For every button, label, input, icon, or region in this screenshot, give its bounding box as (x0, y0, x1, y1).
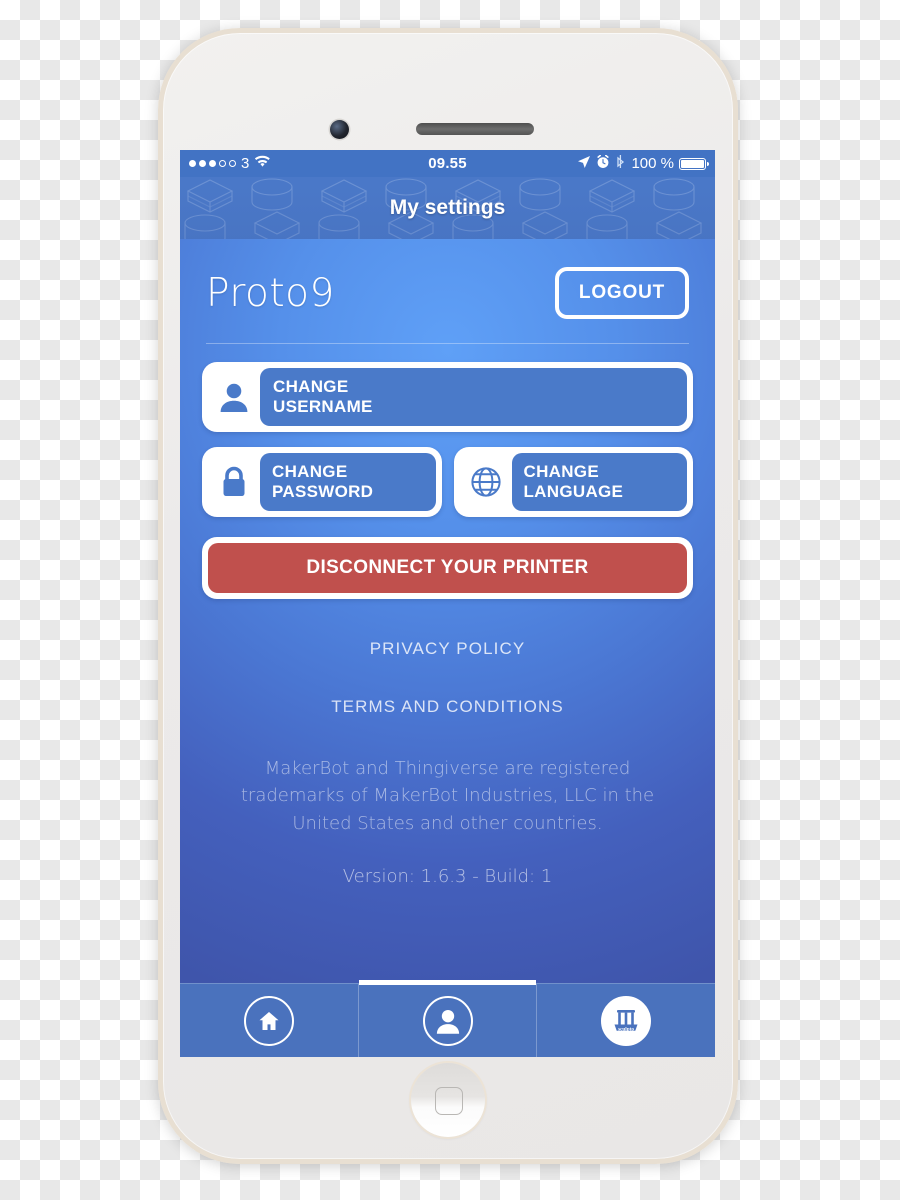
globe-icon (460, 453, 512, 511)
home-button-square-icon (435, 1087, 463, 1115)
change-password-label: CHANGE PASSWORD (260, 452, 436, 511)
logout-button[interactable]: LOGOUT (554, 267, 689, 319)
option-line-2: LANGUAGE (523, 481, 624, 501)
disconnect-printer-button[interactable]: DISCONNECT YOUR PRINTER (202, 536, 693, 599)
phone-screen: 3 09.55 100 % My settings Proto9 LOGOUT … (180, 150, 715, 1057)
sculpto-printer-icon: sculpto (601, 995, 652, 1046)
earpiece-speaker (416, 123, 534, 135)
option-line-1: CHANGE (272, 461, 348, 481)
legal-section: PRIVACY POLICY TERMS AND CONDITIONS Make… (180, 599, 715, 888)
change-language-button[interactable]: CHANGE LANGUAGE (453, 446, 693, 517)
status-bar: 3 09.55 100 % (180, 150, 715, 177)
alarm-clock-icon (596, 154, 610, 173)
change-username-button[interactable]: CHANGE USERNAME (202, 362, 693, 432)
lock-icon (208, 453, 260, 511)
terms-and-conditions-link[interactable]: TERMS AND CONDITIONS (228, 697, 667, 717)
change-language-label: CHANGE LANGUAGE (511, 452, 687, 511)
account-header: Proto9 LOGOUT (180, 239, 715, 329)
option-line-2: PASSWORD (272, 481, 374, 501)
front-camera (330, 120, 349, 139)
signal-strength-icon (189, 160, 236, 167)
wifi-icon (254, 155, 271, 172)
bottom-tab-bar: sculpto (180, 980, 715, 1057)
battery-percent-label: 100 % (631, 155, 675, 172)
person-icon (422, 995, 473, 1046)
change-password-button[interactable]: CHANGE PASSWORD (202, 446, 442, 517)
settings-options: CHANGE USERNAME CHANGE PASSWORD CHANGE L… (180, 344, 715, 517)
change-username-label: CHANGE USERNAME (260, 368, 687, 426)
status-bar-right: 100 % (467, 154, 710, 173)
bluetooth-icon (615, 154, 626, 173)
tab-printer[interactable]: sculpto (536, 984, 715, 1057)
option-line-2: USERNAME (273, 396, 373, 416)
tab-home[interactable] (180, 984, 358, 1057)
carrier-label: 3 (241, 155, 250, 172)
nav-bar: My settings (180, 177, 715, 239)
page-title: My settings (389, 196, 506, 219)
clock: 09.55 (428, 155, 467, 172)
disconnect-printer-label: DISCONNECT YOUR PRINTER (208, 542, 687, 593)
privacy-policy-link[interactable]: PRIVACY POLICY (228, 639, 667, 659)
username-label: Proto9 (206, 270, 335, 316)
options-row-2: CHANGE PASSWORD CHANGE LANGUAGE (202, 446, 693, 517)
trademark-notice: MakerBot and Thingiverse are registered … (240, 757, 655, 835)
option-line-1: CHANGE (273, 377, 349, 396)
sculpto-brand-text: sculpto (618, 1026, 634, 1032)
version-label: Version: 1.6.3 - Build: 1 (342, 866, 553, 888)
tab-profile[interactable] (357, 980, 537, 1057)
person-icon (208, 368, 260, 426)
location-arrow-icon (577, 155, 591, 173)
battery-icon (679, 157, 710, 170)
status-bar-left: 3 (189, 155, 428, 172)
home-icon (243, 995, 294, 1046)
option-line-1: CHANGE (523, 461, 599, 481)
home-button[interactable] (411, 1063, 485, 1137)
